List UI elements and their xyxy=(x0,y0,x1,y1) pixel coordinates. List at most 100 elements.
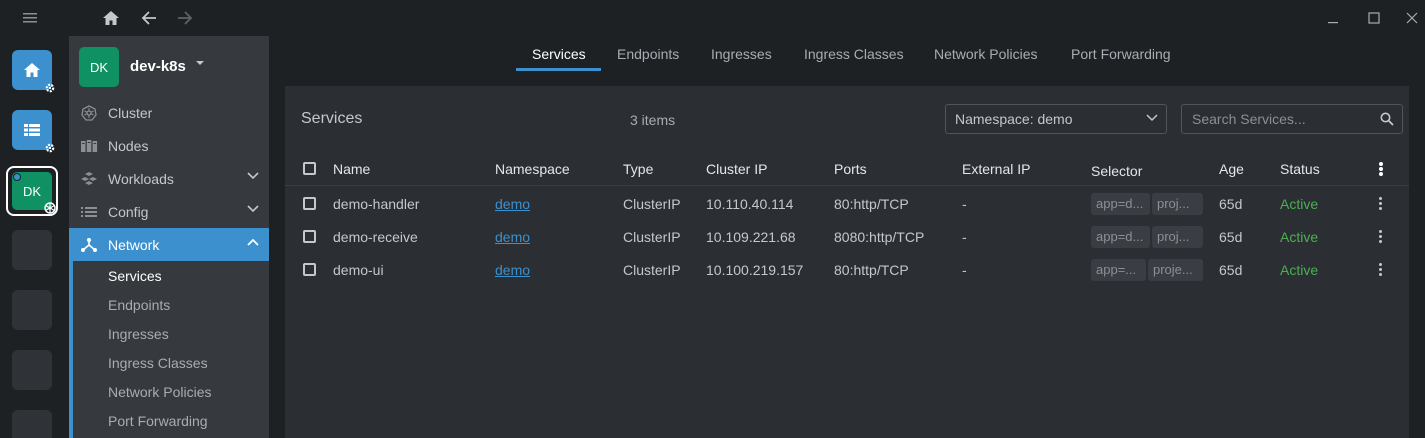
subnav-item-ingress-classes[interactable]: Ingress Classes xyxy=(108,355,208,371)
row-checkbox[interactable] xyxy=(303,263,316,276)
cell-age: 65d xyxy=(1219,262,1243,278)
cell-name: demo-receive xyxy=(333,229,418,245)
row-menu-icon[interactable] xyxy=(1379,197,1383,211)
column-header-selector[interactable]: Selector xyxy=(1091,163,1142,179)
arrow-right-icon[interactable] xyxy=(172,6,198,30)
namespace-link[interactable]: demo xyxy=(495,229,530,245)
column-header-ports[interactable]: Ports xyxy=(834,161,867,177)
namespace-link[interactable]: demo xyxy=(495,196,530,212)
subnav-item-port-forwarding[interactable]: Port Forwarding xyxy=(108,413,208,429)
row-checkbox[interactable] xyxy=(303,197,316,210)
hotbar-catalog[interactable] xyxy=(12,110,55,153)
row-menu-icon[interactable] xyxy=(1379,230,1383,244)
selector-badge: app=d... xyxy=(1091,226,1150,248)
namespace-select-value: Namespace: demo xyxy=(955,111,1073,127)
sidebar-item-workloads[interactable]: Workloads xyxy=(69,162,269,195)
table-row[interactable]: demo-handler demo ClusterIP 10.110.40.11… xyxy=(285,187,1409,220)
home-icon xyxy=(24,63,40,77)
table-row[interactable]: demo-receive demo ClusterIP 10.109.221.6… xyxy=(285,220,1409,253)
namespace-link[interactable]: demo xyxy=(495,262,530,278)
cell-cluster-ip: 10.100.219.157 xyxy=(706,262,804,278)
tab-ingress-classes[interactable]: Ingress Classes xyxy=(804,46,904,62)
select-all-checkbox[interactable] xyxy=(303,162,316,175)
minimize-icon[interactable] xyxy=(1320,6,1346,30)
table-row[interactable]: demo-ui demo ClusterIP 10.100.219.157 80… xyxy=(285,253,1409,286)
column-header-type[interactable]: Type xyxy=(623,161,653,177)
cell-type: ClusterIP xyxy=(623,196,681,212)
kubernetes-icon xyxy=(42,200,58,216)
cell-type: ClusterIP xyxy=(623,229,681,245)
subnav-item-ingresses[interactable]: Ingresses xyxy=(108,326,169,342)
config-icon xyxy=(80,203,98,221)
main-content: Services Endpoints Ingresses Ingress Cla… xyxy=(269,36,1425,438)
column-header-namespace[interactable]: Namespace xyxy=(495,161,570,177)
title-bar xyxy=(0,0,1425,36)
sidebar-item-label: Cluster xyxy=(108,105,153,121)
column-header-age[interactable]: Age xyxy=(1219,161,1244,177)
cluster-name: dev-k8s xyxy=(130,58,186,75)
sidebar-item-nodes[interactable]: Nodes xyxy=(69,129,269,162)
network-subnav: Services Endpoints Ingresses Ingress Cla… xyxy=(69,261,269,438)
tab-endpoints[interactable]: Endpoints xyxy=(617,46,679,62)
sidebar-item-config[interactable]: Config xyxy=(69,195,269,228)
tab-port-forwarding[interactable]: Port Forwarding xyxy=(1071,46,1171,62)
table-header: Name Namespace Type Cluster IP Ports Ext… xyxy=(285,152,1409,186)
catalog-icon xyxy=(24,124,40,136)
home-icon[interactable] xyxy=(98,6,124,30)
sidebar-item-label: Workloads xyxy=(108,171,174,187)
hotbar-home[interactable] xyxy=(12,50,55,93)
hotbar-empty-slot[interactable] xyxy=(12,230,52,270)
selector-badge: app=d... xyxy=(1091,193,1150,215)
cell-external-ip: - xyxy=(962,196,967,212)
column-header-status[interactable]: Status xyxy=(1280,161,1320,177)
namespace-select[interactable]: Namespace: demo xyxy=(945,104,1167,134)
sidebar-item-label: Nodes xyxy=(108,138,149,154)
hotbar-empty-slot[interactable] xyxy=(12,350,52,390)
row-menu-icon[interactable] xyxy=(1379,263,1383,277)
subnav-item-endpoints[interactable]: Endpoints xyxy=(108,297,170,313)
cell-ports: 80:http/TCP xyxy=(834,196,909,212)
sidebar-item-cluster[interactable]: Cluster xyxy=(69,96,269,129)
maximize-icon[interactable] xyxy=(1361,6,1387,30)
row-checkbox[interactable] xyxy=(303,230,316,243)
sidebar-item-network[interactable]: Network xyxy=(69,228,269,261)
hamburger-icon[interactable] xyxy=(17,6,43,30)
cluster-selector[interactable]: DK dev-k8s xyxy=(69,36,269,98)
column-header-name[interactable]: Name xyxy=(333,161,370,177)
chevron-up-icon xyxy=(247,238,259,246)
subnav-item-services[interactable]: Services xyxy=(108,268,162,284)
cell-ports: 80:http/TCP xyxy=(834,262,909,278)
close-icon[interactable] xyxy=(1399,6,1425,30)
subnav-item-network-policies[interactable]: Network Policies xyxy=(108,384,211,400)
tab-network-policies[interactable]: Network Policies xyxy=(934,46,1037,62)
selector-badge: proj... xyxy=(1152,226,1203,248)
status-badge: Active xyxy=(1280,196,1319,212)
status-badge: Active xyxy=(1280,229,1319,245)
search-input[interactable] xyxy=(1183,106,1373,132)
cell-age: 65d xyxy=(1219,229,1243,245)
column-header-cluster-ip[interactable]: Cluster IP xyxy=(706,161,767,177)
chevron-down-icon xyxy=(247,172,259,180)
tab-ingresses[interactable]: Ingresses xyxy=(711,46,772,62)
search-icon xyxy=(1380,112,1394,126)
sidebar-item-label: Config xyxy=(108,204,149,220)
selector-badge: proje... xyxy=(1148,259,1203,281)
cell-type: ClusterIP xyxy=(623,262,681,278)
hotbar-empty-slot[interactable] xyxy=(12,290,52,330)
kebab-menu-icon[interactable] xyxy=(1379,162,1383,176)
arrow-left-icon[interactable] xyxy=(136,6,162,30)
hotbar-cluster-dk[interactable]: DK xyxy=(6,166,58,216)
network-icon xyxy=(80,236,98,254)
column-header-external-ip[interactable]: External IP xyxy=(962,161,1030,177)
selector-badge: app=... xyxy=(1091,259,1146,281)
chevron-down-icon xyxy=(1146,114,1158,122)
chevron-down-icon xyxy=(247,205,259,213)
gear-icon xyxy=(42,140,58,156)
kubernetes-icon xyxy=(80,104,98,122)
status-badge: Active xyxy=(1280,262,1319,278)
services-panel: Services 3 items Namespace: demo Name Na… xyxy=(285,86,1409,438)
hotbar-empty-slot[interactable] xyxy=(12,410,52,438)
tab-services[interactable]: Services xyxy=(532,46,586,62)
cell-cluster-ip: 10.110.40.114 xyxy=(706,196,794,212)
cell-external-ip: - xyxy=(962,229,967,245)
